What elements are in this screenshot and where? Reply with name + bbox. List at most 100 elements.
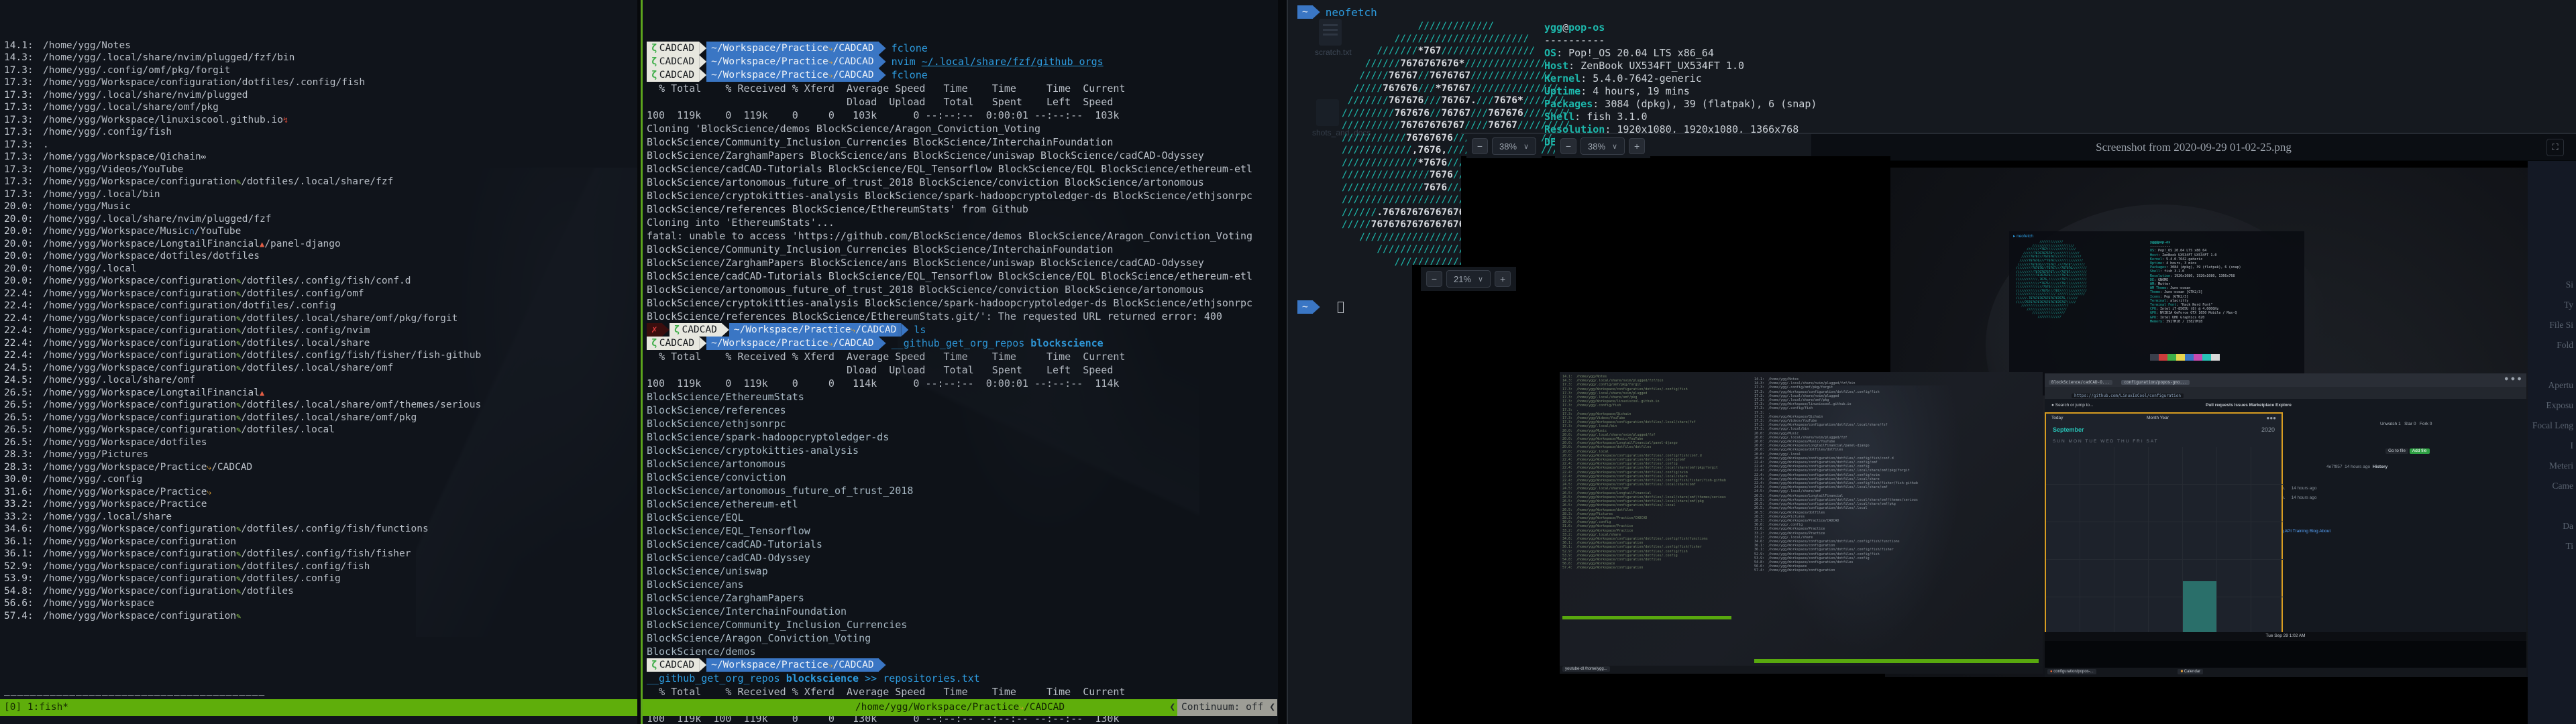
error-status-segment: ✗ xyxy=(647,323,662,337)
powerline-arrow-icon xyxy=(879,55,886,68)
image-viewer-c-toolbar: − 21%∨ + xyxy=(1421,267,1516,291)
terminal-output-line: Cloning into 'EthereumStats'... xyxy=(647,216,1275,229)
zoom-in-button[interactable]: + xyxy=(1629,138,1645,154)
color-swatch xyxy=(2167,354,2176,361)
color-swatch xyxy=(2185,354,2194,361)
zoom-out-button[interactable]: − xyxy=(1560,138,1576,154)
property-label: Fold xyxy=(2528,335,2573,355)
terminal-output-line: BlockScience/cadCAD-Tutorials xyxy=(647,538,1275,551)
image-properties-sidebar[interactable]: SiTyFile SiFold ApertuExposuFocal LengIM… xyxy=(2528,161,2576,724)
fish-prompt: ζCADCAD~/Workspace/Practice⤷/CADCADnvim … xyxy=(647,55,1275,68)
terminal-left-autojump[interactable]: 14.1:/home/ygg/Notes14.3:/home/ygg/.loca… xyxy=(0,0,637,724)
zoom-out-button[interactable]: − xyxy=(1426,271,1442,287)
fullscreen-button[interactable]: ⛶ xyxy=(2546,139,2564,156)
nested-calendar-year: 2020 xyxy=(2261,427,2275,432)
terminal-output-line: BlockScience/ZarghamPapers xyxy=(647,591,1275,605)
powerline-arrow-icon xyxy=(879,658,886,672)
autojump-entry: 26.5:/home/ygg/Workspace/configuration✎/… xyxy=(4,412,637,424)
autojump-entry: 20.0:/home/ygg/.local/share/nvim/plugged… xyxy=(4,213,637,226)
snake-icon: ζ xyxy=(674,323,680,337)
conda-env-segment: ζCADCAD xyxy=(647,658,699,672)
fish-prompt: ζCADCAD~/Workspace/Practice⤷/CADCADfclon… xyxy=(647,68,1275,82)
autojump-entry: 56.6:/home/ygg/Workspace xyxy=(4,597,637,610)
terminal-output-line: fatal: unable to access 'https://github.… xyxy=(647,229,1275,323)
autojump-entry: 17.3:/home/ygg/Videos/YouTube xyxy=(4,164,637,176)
nested-calendar-tabs: Month Year xyxy=(2147,416,2169,421)
autojump-entry: 24.5:/home/ygg/Workspace/configuration✎/… xyxy=(4,362,637,375)
terminal-output-line: BlockScience/Aragon_Conviction_Voting xyxy=(647,631,1275,645)
image-viewer-b-toolbar: − 38%∨ + xyxy=(1555,134,1650,158)
powerline-arrow-icon xyxy=(699,337,706,350)
snake-icon: ζ xyxy=(651,658,657,672)
nested-black-gap xyxy=(2045,641,2526,668)
property-label: Ty xyxy=(2528,295,2573,315)
terminal-output-line: BlockScience/InterchainFoundation xyxy=(647,605,1275,618)
autojump-entry: 33.2:/home/ygg/.local/share xyxy=(4,511,637,524)
viewed-image-browser-screenshot: BlockScience/cadCAD-O... configuration/p… xyxy=(2045,373,2526,677)
terminal-output-line: Dload Upload Total Spent Left Speed xyxy=(647,95,1275,109)
terminal-output-line: BlockScience/cryptokitties-analysis xyxy=(647,444,1275,457)
autojump-entry: 24.5:/home/ygg/.local/share/omf xyxy=(4,374,637,387)
nested-calendar-selected-day xyxy=(2183,581,2216,634)
nested-calendar-weekdays: SUN MON TUE WED THU FRI SAT xyxy=(2053,439,2159,444)
powerline-arrow-icon xyxy=(1313,5,1320,19)
powerline-arrow-icon xyxy=(662,323,669,337)
zoom-level-select[interactable]: 38%∨ xyxy=(1580,137,1625,155)
terminal-output-line: Dload Upload Total Spent Left Speed xyxy=(647,363,1275,377)
autojump-entry: 22.4:/home/ygg/Workspace/configuration/d… xyxy=(4,300,637,312)
nested-task-item: youtube-dl /home/ygg... xyxy=(1562,666,1610,672)
powerline-arrow-icon xyxy=(699,658,706,672)
autojump-entry: 22.4:/home/ygg/Workspace/configuration✎/… xyxy=(4,349,637,362)
zoom-in-button[interactable]: + xyxy=(1495,271,1511,287)
terminal-output-line: % Total % Received % Xferd Average Speed… xyxy=(647,350,1275,363)
fish-prompt: ✗ζCADCAD~/Workspace/Practice⤷/CADCADls xyxy=(647,323,1275,337)
autojump-entry: 17.3:/home/ygg/Workspace/configuration✎/… xyxy=(4,176,637,188)
nested-window-list-bar: youtube-dl /home/ygg... xyxy=(1560,666,2043,674)
snake-icon: ζ xyxy=(651,42,657,55)
autojump-entry: 22.4:/home/ygg/Workspace/configuration✎/… xyxy=(4,337,637,350)
zoom-level-select[interactable]: 21%∨ xyxy=(1446,270,1491,288)
snake-icon: ζ xyxy=(651,337,657,350)
blank-line xyxy=(4,647,637,660)
conda-env-segment: ζCADCAD xyxy=(647,55,699,68)
autojump-weight-list: 14.1:/home/ygg/Notes14.3:/home/ygg/.loca… xyxy=(4,40,637,623)
autojump-entry: 17.3:. xyxy=(4,139,637,152)
powerline-arrow-icon xyxy=(722,323,729,337)
autojump-entry: 26.5:/home/ygg/Workspace/LongtailFinanci… xyxy=(4,387,637,400)
image-viewer-headerbar[interactable]: Screenshot from 2020-09-29 01-02-25.png … xyxy=(1811,134,2576,161)
autojump-entry: 54.8:/home/ygg/Workspace/configuration✎/… xyxy=(4,585,637,598)
desktop-icon-shots[interactable]: shots_and_docs xyxy=(1312,99,1343,137)
autojump-entry: 36.1:/home/ygg/Workspace/configuration✎/… xyxy=(4,548,637,560)
autojump-entry: 28.3:/home/ygg/Pictures xyxy=(4,448,637,461)
fish-prompt: ζCADCAD~/Workspace/Practice⤷/CADCAD xyxy=(647,658,1275,672)
terminal-middle-cadcad[interactable]: ζCADCAD~/Workspace/Practice⤷/CADCADfclon… xyxy=(641,0,1278,724)
tmux-session-window: [0] 1:fish* xyxy=(4,699,68,716)
autojump-entry: 22.4:/home/ygg/Workspace/configuration✎/… xyxy=(4,312,637,325)
terminal-output-line: BlockScience/cadCAD-Odyssey xyxy=(647,551,1275,564)
nested-gh-commit-row: 4e7f957 14 hours ago History xyxy=(2326,465,2387,470)
autojump-entry: 14.3:/home/ygg/.local/share/nvim/plugged… xyxy=(4,52,637,64)
powerline-arrow-icon xyxy=(699,68,706,82)
nested-window-list-bar: ● configuration/popos-... ■ Calendar xyxy=(2045,668,2526,677)
nested-calendar-dots: ●●● xyxy=(2267,416,2277,421)
nested-tmux-bar-2 xyxy=(1754,659,2039,663)
command-continuation: __github_get_org_repos blockscience >> r… xyxy=(647,672,1275,685)
zoom-level-select[interactable]: 38%∨ xyxy=(1492,137,1536,155)
prompt-cwd-segment: ~/Workspace/Practice⤷/CADCAD xyxy=(706,42,878,55)
powerline-arrow-icon xyxy=(879,68,886,82)
folder-icon xyxy=(1316,99,1339,126)
autojump-entry: 17.3:/home/ygg/.local/share/omf/pkg xyxy=(4,101,637,114)
prompt-cwd-segment: ~ xyxy=(1297,5,1313,19)
zoom-out-button[interactable]: − xyxy=(1472,138,1488,154)
fish-prompt-neofetch: ~ neofetch xyxy=(1297,5,1377,19)
property-label xyxy=(2528,496,2573,516)
color-swatch xyxy=(2202,354,2211,361)
terminal-cursor xyxy=(1338,302,1344,313)
nested-popos-logo: ///////////// /////////////////////// //… xyxy=(2016,241,2087,319)
nested-neofetch-terminal: ▸ neofetch ///////////// ///////////////… xyxy=(2009,231,2304,396)
terminal-output-line: BlockScience/Community_Inclusion_Currenc… xyxy=(647,618,1275,631)
property-label: Si xyxy=(2528,275,2573,295)
conda-env-segment: ζCADCAD xyxy=(669,323,722,337)
terminal-output-line: % Total % Received % Xferd Average Speed… xyxy=(647,685,1275,699)
terminal-output-line: Cloning 'BlockScience/demos BlockScience… xyxy=(647,122,1275,216)
